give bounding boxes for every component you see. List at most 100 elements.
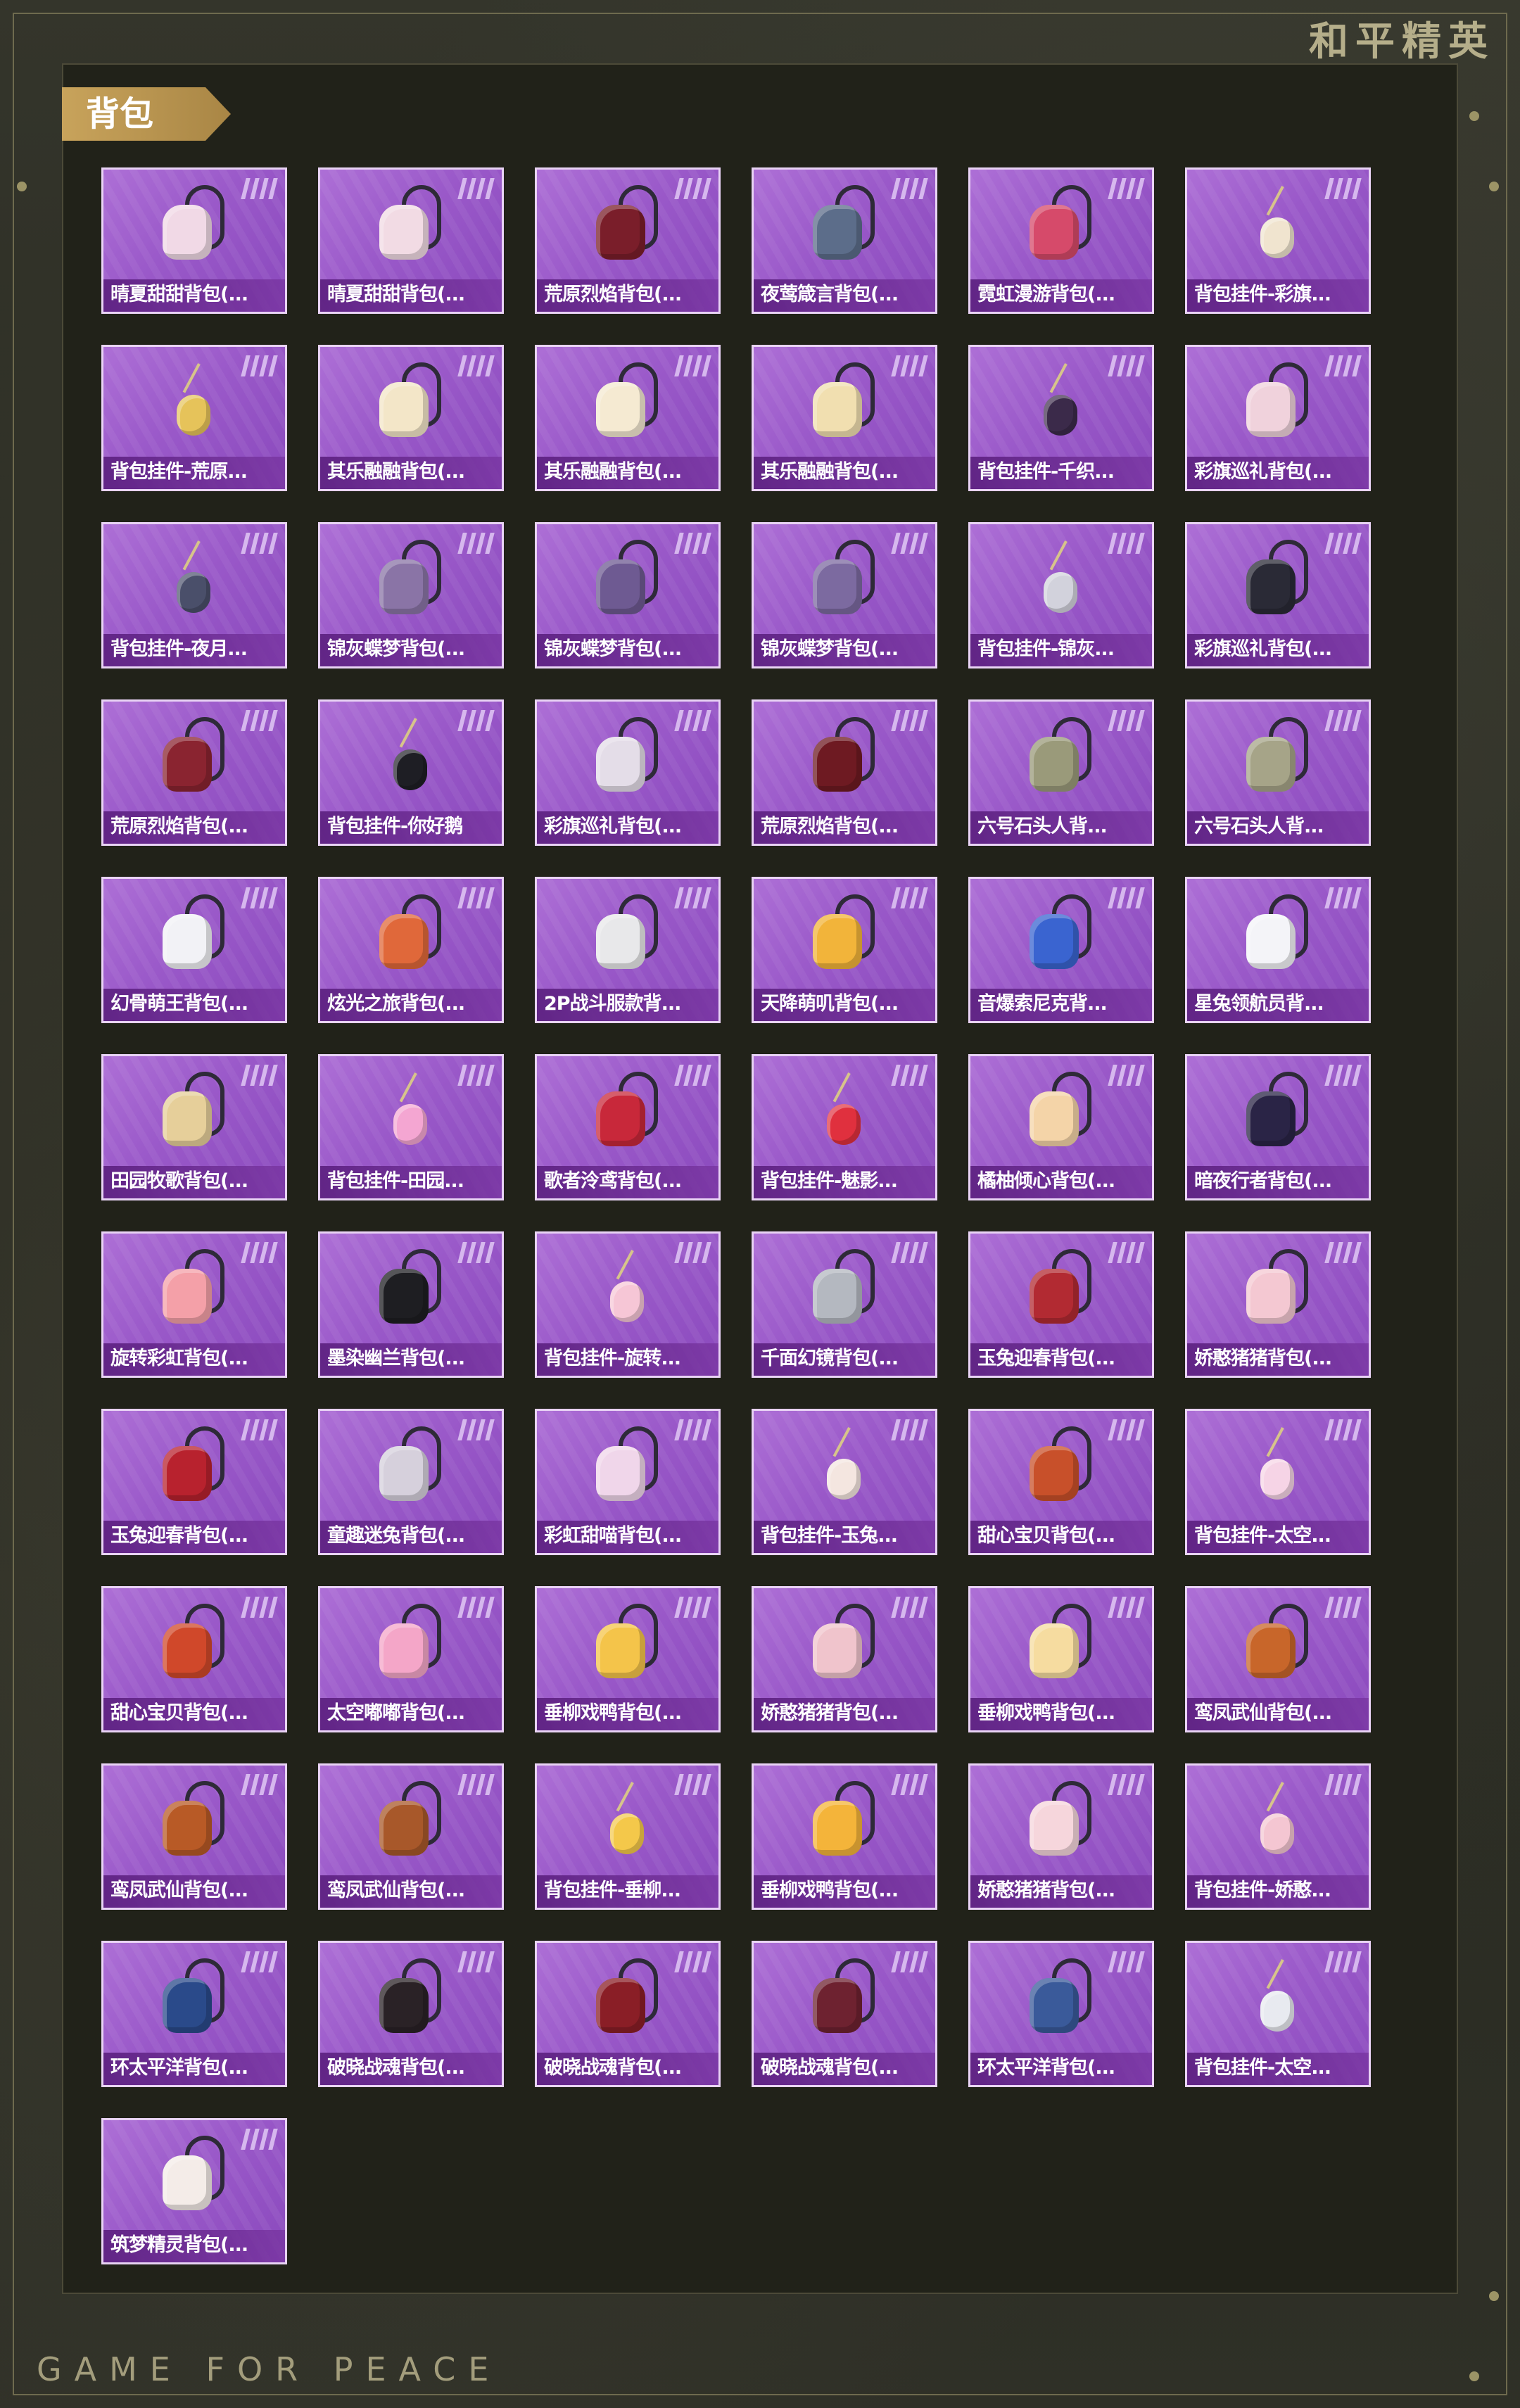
item-card[interactable]: 旋转彩虹背包(... — [101, 1231, 287, 1378]
item-card[interactable]: 背包挂件-田园... — [318, 1054, 504, 1200]
quality-bar — [1324, 1419, 1334, 1440]
item-card[interactable]: 破晓战魂背包(... — [535, 1941, 721, 2087]
charm-chain — [182, 363, 201, 393]
item-card[interactable]: 音爆索尼克背... — [968, 877, 1154, 1023]
item-card[interactable]: 炫光之旅背包(... — [318, 877, 504, 1023]
item-card[interactable]: 环太平洋背包(... — [101, 1941, 287, 2087]
item-card[interactable]: 娇憨猪猪背包(... — [752, 1586, 937, 1732]
quality-bar — [674, 1951, 684, 1972]
quality-bar — [674, 1419, 684, 1440]
quality-bar — [1126, 710, 1136, 731]
item-card[interactable]: 玉兔迎春背包(... — [101, 1409, 287, 1555]
item-card[interactable]: 娇憨猪猪背包(... — [968, 1763, 1154, 1910]
quality-bar — [1324, 355, 1334, 376]
item-card[interactable]: 背包挂件-垂柳... — [535, 1763, 721, 1910]
item-card[interactable]: 破晓战魂背包(... — [752, 1941, 937, 2087]
item-card[interactable]: 背包挂件-荒原... — [101, 345, 287, 491]
item-card[interactable]: 霓虹漫游背包(... — [968, 167, 1154, 314]
quality-bar — [891, 1419, 901, 1440]
item-card[interactable]: 背包挂件-锦灰... — [968, 522, 1154, 668]
item-card[interactable]: 橘柚倾心背包(... — [968, 1054, 1154, 1200]
quality-bar — [1343, 1951, 1353, 1972]
item-card[interactable]: 荒原烈焰背包(... — [752, 699, 937, 846]
item-card[interactable]: 2P战斗服款背... — [535, 877, 721, 1023]
item-card[interactable]: 背包挂件-玉兔... — [752, 1409, 937, 1555]
quality-bar — [1334, 355, 1343, 376]
item-card[interactable]: 环太平洋背包(... — [968, 1941, 1154, 2087]
item-card[interactable]: 六号石头人背... — [968, 699, 1154, 846]
item-card[interactable]: 荒原烈焰背包(... — [101, 699, 287, 846]
backpack-body — [596, 382, 645, 437]
quality-bar — [692, 887, 702, 908]
item-card[interactable]: 千面幻镜背包(... — [752, 1231, 937, 1378]
item-card[interactable]: 垂柳戏鸭背包(... — [535, 1586, 721, 1732]
item-card[interactable]: 太空嘟嘟背包(... — [318, 1586, 504, 1732]
item-card[interactable]: 背包挂件-你好鹅 — [318, 699, 504, 846]
item-card[interactable]: 星兔领航员背... — [1185, 877, 1371, 1023]
item-card[interactable]: 歌者泠鸢背包(... — [535, 1054, 721, 1200]
item-card[interactable]: 背包挂件-千织... — [968, 345, 1154, 491]
item-card[interactable]: 夜莺箴言背包(... — [752, 167, 937, 314]
quality-bars — [1324, 355, 1362, 376]
item-card[interactable]: 垂柳戏鸭背包(... — [968, 1586, 1154, 1732]
item-card[interactable]: 背包挂件-夜月... — [101, 522, 287, 668]
item-card[interactable]: 其乐融融背包(... — [535, 345, 721, 491]
item-name: 歌者泠鸢背包(... — [544, 1170, 682, 1192]
item-card[interactable]: 锦灰蝶梦背包(... — [535, 522, 721, 668]
item-card[interactable]: 暗夜行者背包(... — [1185, 1054, 1371, 1200]
item-card[interactable]: 背包挂件-魅影... — [752, 1054, 937, 1200]
dessert-backpack-icon — [1022, 1424, 1100, 1508]
item-card[interactable]: 幻骨萌王背包(... — [101, 877, 287, 1023]
item-card[interactable]: 彩旗巡礼背包(... — [535, 699, 721, 846]
item-card[interactable]: 娇憨猪猪背包(... — [1185, 1231, 1371, 1378]
item-card[interactable]: 锦灰蝶梦背包(... — [318, 522, 504, 668]
quality-bar — [1324, 1774, 1334, 1795]
item-card[interactable]: 背包挂件-娇憨... — [1185, 1763, 1371, 1910]
item-name: 娇憨猪猪背包(... — [977, 1880, 1115, 1901]
item-card[interactable]: 垂柳戏鸭背包(... — [752, 1763, 937, 1910]
item-card[interactable]: 天降萌叽背包(... — [752, 877, 937, 1023]
item-card[interactable]: 其乐融融背包(... — [752, 345, 937, 491]
item-card[interactable]: 其乐融融背包(... — [318, 345, 504, 491]
corner-dot — [1469, 2371, 1479, 2381]
item-card[interactable]: 鸾凤武仙背包(... — [318, 1763, 504, 1910]
item-card[interactable]: 甜心宝贝背包(... — [968, 1409, 1154, 1555]
item-card[interactable]: 背包挂件-旋转... — [535, 1231, 721, 1378]
item-card[interactable]: 彩虹甜喵背包(... — [535, 1409, 721, 1555]
item-card[interactable]: 甜心宝贝背包(... — [101, 1586, 287, 1732]
item-card[interactable]: 彩旗巡礼背包(... — [1185, 522, 1371, 668]
item-card[interactable]: 锦灰蝶梦背包(... — [752, 522, 937, 668]
item-name: 甜心宝贝背包(... — [110, 1702, 248, 1724]
item-card[interactable]: 玉兔迎春背包(... — [968, 1231, 1154, 1378]
item-card[interactable]: 童趣迷兔背包(... — [318, 1409, 504, 1555]
item-card[interactable]: 鸾凤武仙背包(... — [1185, 1586, 1371, 1732]
quality-bar — [485, 1774, 495, 1795]
item-card[interactable]: 荒原烈焰背包(... — [535, 167, 721, 314]
quality-bar — [1343, 710, 1353, 731]
backpack-body — [1246, 1269, 1296, 1324]
backpack-body — [1030, 1269, 1079, 1324]
item-card[interactable]: 破晓战魂背包(... — [318, 1941, 504, 2087]
item-name: 彩旗巡礼背包(... — [544, 816, 682, 837]
item-name: 背包挂件-荒原... — [110, 461, 248, 483]
item-card[interactable]: 墨染幽兰背包(... — [318, 1231, 504, 1378]
item-name: 背包挂件-彩旗... — [1194, 284, 1331, 305]
quality-bar — [692, 178, 702, 199]
item-card[interactable]: 晴夏甜甜背包(... — [101, 167, 287, 314]
item-card[interactable]: 背包挂件-太空... — [1185, 1941, 1371, 2087]
item-card[interactable]: 田园牧歌背包(... — [101, 1054, 287, 1200]
item-card[interactable]: 背包挂件-彩旗... — [1185, 167, 1371, 314]
item-card[interactable]: 背包挂件-太空... — [1185, 1409, 1371, 1555]
quality-bar — [1343, 1065, 1353, 1086]
item-card[interactable]: 六号石头人背... — [1185, 699, 1371, 846]
item-card[interactable]: 彩旗巡礼背包(... — [1185, 345, 1371, 491]
quality-bar — [900, 1951, 910, 1972]
quality-bar — [1334, 1065, 1343, 1086]
quality-bar — [683, 1951, 693, 1972]
quality-bar — [909, 1597, 919, 1618]
backpack-body — [596, 1978, 645, 2033]
item-card[interactable]: 筑梦精灵背包(... — [101, 2118, 287, 2264]
item-card[interactable]: 晴夏甜甜背包(... — [318, 167, 504, 314]
item-card[interactable]: 鸾凤武仙背包(... — [101, 1763, 287, 1910]
backpack-body — [379, 205, 429, 260]
